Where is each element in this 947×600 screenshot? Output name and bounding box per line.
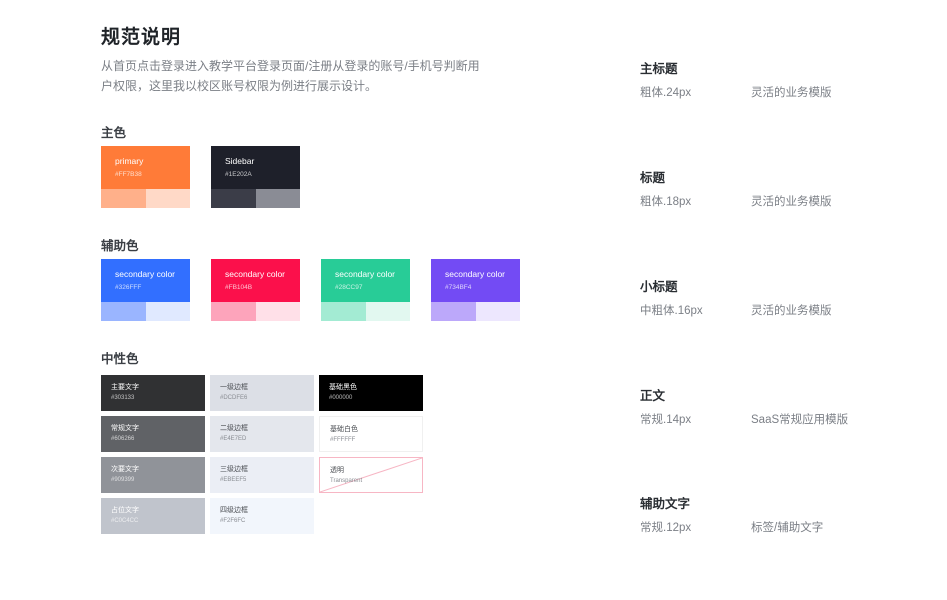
color-swatch-secondary-purple: secondary color #734BF4 [431, 259, 520, 321]
swatch-tint-2 [365, 302, 410, 321]
neutral-name: 一级边框 [220, 384, 248, 391]
neutral-hex: #DCDFE6 [220, 395, 248, 401]
swatch-hex: #326FFF [115, 284, 142, 291]
swatch-tint-2 [145, 302, 190, 321]
swatch-main [321, 259, 410, 302]
swatch-tint-1 [101, 189, 146, 208]
type-spec-main-title: 主标题 粗体.24px 灵活的业务模版 [640, 58, 832, 99]
neutral-cell-border-2: 二级边框 #E4E7ED [210, 416, 314, 452]
transparent-diagonal [320, 458, 422, 492]
swatch-main [101, 146, 190, 189]
swatch-tint-1 [211, 302, 256, 321]
type-title: 小标题 [640, 280, 678, 294]
type-example: SaaS常规应用模版 [751, 414, 849, 426]
neutral-cell-text-regular: 常规文字 #606266 [101, 416, 205, 452]
neutral-hex: #606266 [111, 436, 135, 442]
type-spec-subtitle: 小标题 中粗体.16px 灵活的业务模版 [640, 276, 832, 317]
swatch-main [211, 146, 300, 189]
type-title: 标题 [640, 171, 666, 185]
swatch-main [211, 259, 300, 302]
neutral-cell-transparent: 透明 Transparent [319, 457, 423, 493]
neutral-name: 基础白色 [330, 426, 358, 433]
type-title: 主标题 [640, 62, 678, 76]
color-swatch-secondary-blue: secondary color #326FFF [101, 259, 190, 321]
neutral-hex: #E4E7ED [220, 436, 247, 442]
page-title: 规范说明 [101, 27, 182, 48]
neutral-section-label: 中性色 [101, 352, 139, 366]
neutral-hex: #FFFFFF [330, 437, 356, 443]
type-example: 灵活的业务模版 [751, 196, 832, 208]
swatch-tint-2 [145, 189, 190, 208]
type-title: 辅助文字 [640, 497, 691, 511]
swatch-hex: #FB104B [225, 284, 253, 291]
swatch-name: secondary color [335, 269, 396, 279]
neutral-cell-border-3: 三级边框 #EBEEF5 [210, 457, 314, 493]
type-example: 灵活的业务模版 [751, 87, 832, 99]
type-spec: 常规.14px [640, 414, 692, 426]
swatch-tint-1 [101, 302, 146, 321]
neutral-cell-border-1: 一级边框 #DCDFE6 [210, 375, 314, 411]
swatch-tint-1 [321, 302, 366, 321]
swatch-tint-1 [431, 302, 476, 321]
swatch-hex: #734BF4 [445, 284, 472, 291]
secondary-section-label: 辅助色 [101, 239, 139, 253]
swatch-hex: #1E202A [225, 171, 252, 178]
swatch-hex: #FF7B38 [115, 171, 142, 178]
color-swatch-secondary-red: secondary color #FB104B [211, 259, 300, 321]
neutral-name: 透明 [330, 467, 344, 474]
swatch-name: secondary color [445, 269, 506, 279]
neutral-name: 二级边框 [220, 425, 248, 432]
neutral-name: 常规文字 [111, 425, 139, 432]
type-spec: 粗体.24px [640, 87, 692, 99]
neutral-hex: #C0C4CC [111, 518, 139, 524]
type-spec: 中粗体.16px [640, 305, 703, 317]
neutral-name: 三级边框 [220, 466, 248, 473]
type-title: 正文 [640, 389, 666, 403]
swatch-name: secondary color [225, 269, 286, 279]
neutral-cell-base-black: 基础黑色 #000000 [319, 375, 423, 411]
neutral-hex: #303133 [111, 395, 135, 401]
swatch-hex: #28CC97 [335, 284, 363, 291]
type-spec-title: 标题 粗体.18px 灵活的业务模版 [640, 167, 832, 208]
neutral-name: 四级边框 [220, 507, 248, 514]
swatch-main [431, 259, 520, 302]
swatch-name: Sidebar [225, 156, 255, 166]
swatch-tint-2 [255, 189, 300, 208]
type-spec: 粗体.18px [640, 196, 692, 208]
primary-section-label: 主色 [101, 126, 127, 140]
neutral-name: 主要文字 [111, 384, 139, 391]
type-spec-auxiliary: 辅助文字 常规.12px 标签/辅助文字 [640, 493, 823, 534]
neutral-cell-border-4: 四级边框 #F2F6FC [210, 498, 314, 534]
type-spec: 常规.12px [640, 522, 692, 534]
swatch-main [101, 259, 190, 302]
page-description: 从首页点击登录进入教学平台登录页面/注册从登录的账号/手机号判断用户权限，这里我… [101, 59, 480, 93]
neutral-hex: #909399 [111, 477, 135, 483]
type-example: 标签/辅助文字 [751, 522, 824, 534]
swatch-name: primary [115, 156, 144, 166]
type-spec-body: 正文 常规.14px SaaS常规应用模版 [640, 385, 848, 426]
color-swatch-sidebar: Sidebar #1E202A [211, 146, 300, 208]
neutral-hex: #F2F6FC [220, 518, 246, 524]
swatch-tint-2 [255, 302, 300, 321]
swatch-name: secondary color [115, 269, 176, 279]
neutral-hex: Transparent [330, 478, 363, 484]
neutral-cell-base-white: 基础白色 #FFFFFF [319, 416, 423, 452]
neutral-cell-text-primary: 主要文字 #303133 [101, 375, 205, 411]
swatch-tint-1 [211, 189, 256, 208]
neutral-name: 占位文字 [111, 507, 139, 514]
neutral-cell-text-placeholder: 占位文字 #C0C4CC [101, 498, 205, 534]
color-swatch-primary: primary #FF7B38 [101, 146, 190, 208]
neutral-hex: #EBEEF5 [220, 477, 247, 483]
swatch-tint-2 [475, 302, 520, 321]
neutral-cell-text-secondary: 次要文字 #909399 [101, 457, 205, 493]
type-example: 灵活的业务模版 [751, 305, 832, 317]
neutral-name: 次要文字 [111, 466, 139, 473]
color-swatch-secondary-green: secondary color #28CC97 [321, 259, 410, 321]
neutral-hex: #000000 [329, 395, 353, 401]
neutral-name: 基础黑色 [329, 384, 357, 391]
